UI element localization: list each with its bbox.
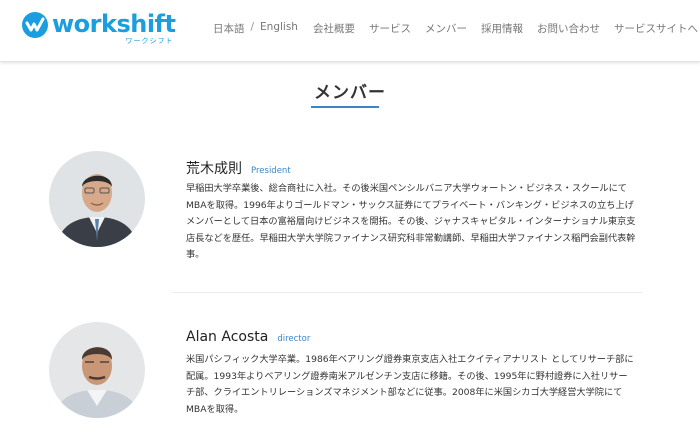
- main-nav: 日本語 / English 会社概要 サービス メンバー 採用情報 お問い合わせ…: [213, 21, 698, 36]
- lang-japanese-link[interactable]: 日本語: [213, 21, 245, 36]
- site-header: workshift ワークシフト 日本語 / English 会社概要 サービス…: [0, 0, 700, 62]
- workshift-logo[interactable]: workshift ワークシフト: [21, 10, 176, 47]
- avatar: [49, 322, 145, 418]
- member-role: director: [277, 334, 311, 344]
- nav-item-company[interactable]: 会社概要: [313, 21, 355, 36]
- member-divider: [172, 292, 642, 293]
- logo-subtext: ワークシフト: [125, 37, 174, 45]
- member-name: 荒木成則: [186, 161, 242, 177]
- avatar: [49, 151, 145, 247]
- nav-item-contact[interactable]: お問い合わせ: [537, 21, 600, 36]
- lang-english-link[interactable]: English: [260, 21, 298, 36]
- logo-mark-icon: [21, 11, 49, 39]
- member-role: President: [251, 166, 291, 176]
- page-title: メンバー: [314, 83, 386, 103]
- member-name: Alan Acosta: [186, 329, 269, 345]
- nav-item-recruit[interactable]: 採用情報: [481, 21, 523, 36]
- nav-item-members[interactable]: メンバー: [425, 21, 467, 36]
- lang-separator: /: [250, 21, 255, 33]
- member-bio: 早稲田大学卒業後、総合商社に入社。その後米国ペンシルバニア大学ウォートン・ビジネ…: [186, 183, 636, 260]
- nav-item-services[interactable]: サービス: [369, 21, 411, 36]
- title-underline: [311, 106, 379, 108]
- logo-text: workshift: [52, 10, 176, 38]
- nav-item-service-site[interactable]: サービスサイトへ: [614, 21, 698, 36]
- member-bio: 米国パシフィック大学卒業。1986年ベアリング證券東京支店入社エクイティアナリス…: [186, 354, 634, 415]
